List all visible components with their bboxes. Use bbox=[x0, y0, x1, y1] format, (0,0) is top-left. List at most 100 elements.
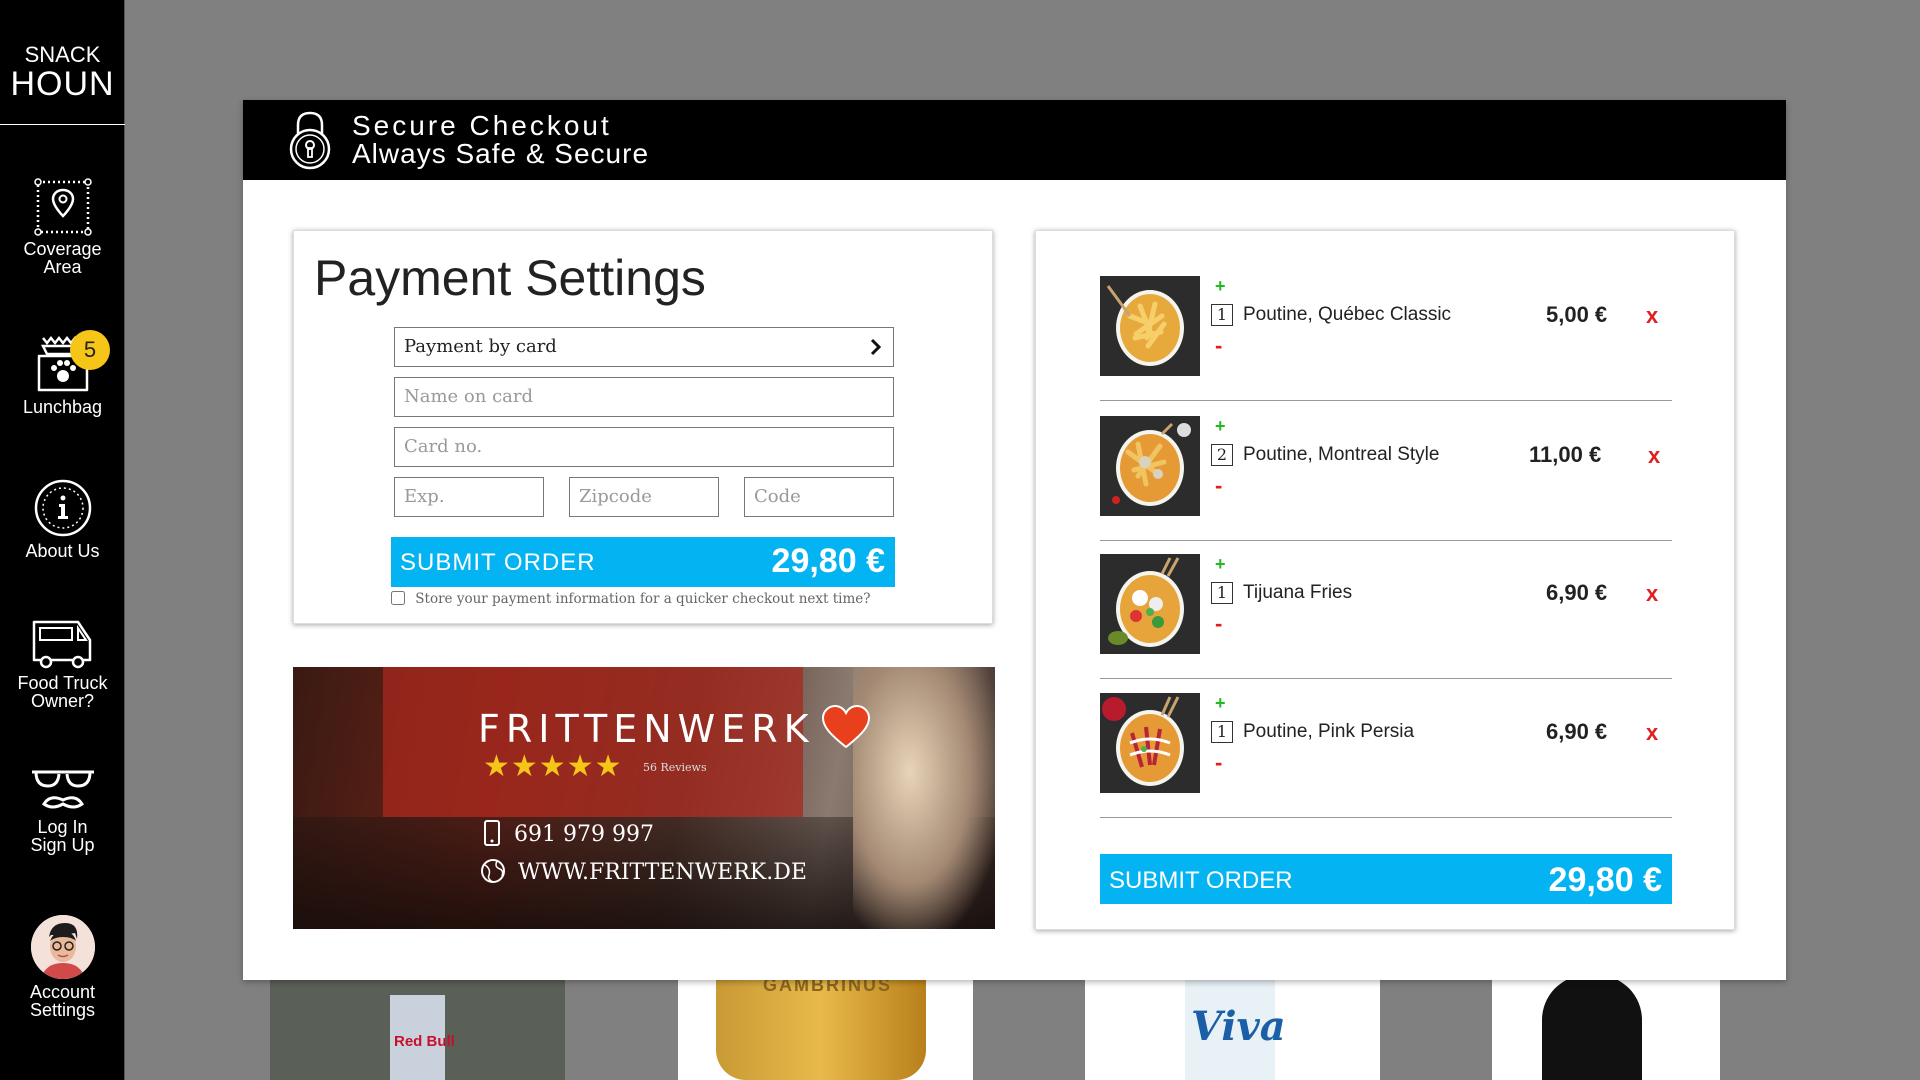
item-thumbnail bbox=[1100, 416, 1200, 516]
sidebar-item-lunchbag[interactable]: 5 Lunchbag bbox=[0, 330, 125, 417]
order-item: + 1 - Poutine, Pink Persia 6,90 € x bbox=[1100, 678, 1672, 818]
zipcode-field[interactable] bbox=[569, 477, 719, 517]
checkout-header: Secure Checkout Always Safe & Secure bbox=[243, 100, 1786, 180]
item-name: Poutine, Montreal Style bbox=[1243, 444, 1440, 465]
item-price: 6,90 € bbox=[1546, 580, 1608, 605]
vendor-phone[interactable]: 691 979 997 bbox=[481, 819, 654, 847]
security-code-field[interactable] bbox=[744, 477, 894, 517]
glasses-mustache-icon bbox=[31, 770, 94, 809]
info-icon bbox=[34, 479, 91, 537]
store-payment-label: Store your payment information for a qui… bbox=[415, 591, 871, 607]
name-on-card-input[interactable] bbox=[404, 378, 884, 415]
sidebar-item-coverage-area[interactable]: Coverage Area bbox=[0, 178, 125, 276]
decrease-quantity-button[interactable]: - bbox=[1215, 611, 1222, 637]
sidebar-item-label: Log In Sign Up bbox=[30, 817, 95, 855]
order-summary-card: + 1 - Poutine, Québec Classic 5,00 € x +… bbox=[1035, 230, 1735, 930]
product-text: Red Bull bbox=[394, 1033, 455, 1050]
sidebar-item-label: Lunchbag bbox=[22, 397, 103, 417]
product-tile-wine[interactable] bbox=[1492, 975, 1720, 1080]
heart-icon[interactable] bbox=[821, 705, 871, 749]
increase-quantity-button[interactable]: + bbox=[1215, 276, 1226, 297]
item-name: Tijuana Fries bbox=[1243, 582, 1353, 603]
order-total: 29,80 € bbox=[771, 542, 885, 580]
expiry-field[interactable] bbox=[394, 477, 544, 517]
product-text: Viva bbox=[1191, 1003, 1286, 1050]
increase-quantity-button[interactable]: + bbox=[1215, 554, 1226, 575]
secure-checkout-modal: Secure Checkout Always Safe & Secure Pay… bbox=[243, 100, 1786, 980]
item-quantity: 1 bbox=[1211, 721, 1233, 743]
sidebar-item-login-signup[interactable]: Log In Sign Up bbox=[0, 766, 125, 854]
sidebar-item-label: About Us bbox=[25, 541, 100, 561]
order-item: + 1 - Poutine, Québec Classic 5,00 € x bbox=[1100, 261, 1672, 401]
payment-settings-title: Payment Settings bbox=[314, 250, 706, 306]
sidebar-item-label: Food Truck Owner? bbox=[17, 673, 108, 711]
item-quantity: 2 bbox=[1211, 444, 1233, 466]
blurred-person-photo bbox=[853, 667, 995, 929]
increase-quantity-button[interactable]: + bbox=[1215, 416, 1226, 437]
review-count: 56 Reviews bbox=[643, 761, 707, 774]
order-total: 29,80 € bbox=[1548, 861, 1662, 899]
payment-settings-card: Payment Settings Payment by card SUBMIT … bbox=[293, 230, 993, 624]
item-thumbnail bbox=[1100, 554, 1200, 654]
vendor-brand-name: FRITTENWERK bbox=[478, 707, 815, 751]
item-price: 6,90 € bbox=[1546, 719, 1608, 744]
zipcode-input[interactable] bbox=[579, 478, 709, 515]
lock-icon bbox=[289, 111, 331, 170]
sidebar-item-about-us[interactable]: About Us bbox=[0, 478, 125, 560]
item-price: 11,00 € bbox=[1529, 442, 1602, 467]
decrease-quantity-button[interactable]: - bbox=[1215, 750, 1222, 776]
item-thumbnail bbox=[1100, 693, 1200, 793]
card-number-field[interactable] bbox=[394, 427, 894, 467]
order-item: + 1 - Tijuana Fries 6,90 € x bbox=[1100, 539, 1672, 679]
card-number-input[interactable] bbox=[404, 428, 884, 465]
globe-icon bbox=[481, 859, 505, 883]
remove-item-button[interactable]: x bbox=[1646, 303, 1658, 329]
sidebar-item-food-truck-owner[interactable]: Food Truck Owner? bbox=[0, 618, 125, 710]
sidebar-item-label: Coverage Area bbox=[23, 239, 102, 277]
store-payment-checkbox[interactable] bbox=[391, 591, 405, 605]
remove-item-button[interactable]: x bbox=[1646, 581, 1658, 607]
product-tile-water[interactable]: Viva bbox=[1085, 975, 1380, 1080]
checkout-subtitle: Always Safe & Secure bbox=[352, 138, 650, 169]
app-logo[interactable]: SNACK HOUN bbox=[0, 0, 125, 125]
logo-line1: SNACK bbox=[24, 42, 101, 67]
sidebar-item-label: Account Settings bbox=[29, 982, 96, 1020]
food-truck-icon bbox=[32, 620, 91, 669]
vendor-website[interactable]: WWW.FRITTENWERK.DE bbox=[479, 857, 807, 885]
decrease-quantity-button[interactable]: - bbox=[1215, 333, 1222, 359]
remove-item-button[interactable]: x bbox=[1646, 720, 1658, 746]
wine-bottle-shape bbox=[1542, 975, 1642, 1080]
remove-item-button[interactable]: x bbox=[1648, 443, 1660, 469]
increase-quantity-button[interactable]: + bbox=[1215, 693, 1226, 714]
lunchbag-count-badge: 5 bbox=[70, 330, 110, 370]
product-tile-redbull[interactable]: Red Bull bbox=[270, 975, 565, 1080]
item-thumbnail bbox=[1100, 276, 1200, 376]
submit-order-label: SUBMIT ORDER bbox=[1109, 867, 1293, 894]
name-on-card-field[interactable] bbox=[394, 377, 894, 417]
vendor-phone-number: 691 979 997 bbox=[514, 822, 654, 847]
chevron-right-icon bbox=[870, 338, 882, 356]
item-name: Poutine, Québec Classic bbox=[1243, 304, 1452, 325]
submit-order-button-summary[interactable]: SUBMIT ORDER 29,80 € bbox=[1100, 854, 1672, 904]
submit-order-label: SUBMIT ORDER bbox=[400, 549, 596, 576]
decrease-quantity-button[interactable]: - bbox=[1215, 473, 1222, 499]
sidebar: SNACK HOUN Coverage Area 5 Lunchbag Abou… bbox=[0, 0, 125, 1080]
background-product-strip: Red Bull GAMBRINUS Viva bbox=[270, 975, 1720, 1080]
security-code-input[interactable] bbox=[754, 478, 884, 515]
checkout-title: Secure Checkout bbox=[352, 110, 612, 141]
item-price: 5,00 € bbox=[1546, 302, 1608, 327]
item-quantity: 1 bbox=[1211, 582, 1233, 604]
payment-method-value: Payment by card bbox=[404, 336, 557, 357]
rating-stars: ★★★★★ bbox=[483, 750, 623, 783]
store-payment-option[interactable]: Store your payment information for a qui… bbox=[391, 591, 871, 607]
map-pin-area-icon bbox=[33, 178, 92, 236]
phone-icon bbox=[484, 820, 500, 846]
product-tile-beer[interactable]: GAMBRINUS bbox=[678, 975, 973, 1080]
frittenwerk-banner[interactable]: FRITTENWERK ★★★★★ 56 Reviews 691 979 997… bbox=[293, 667, 995, 929]
expiry-input[interactable] bbox=[404, 478, 534, 515]
item-name: Poutine, Pink Persia bbox=[1243, 721, 1415, 742]
submit-order-button[interactable]: SUBMIT ORDER 29,80 € bbox=[391, 537, 895, 587]
sidebar-item-account-settings[interactable]: Account Settings bbox=[0, 915, 125, 1019]
logo-line2: HOUN bbox=[10, 65, 115, 103]
payment-method-select[interactable]: Payment by card bbox=[394, 327, 894, 367]
